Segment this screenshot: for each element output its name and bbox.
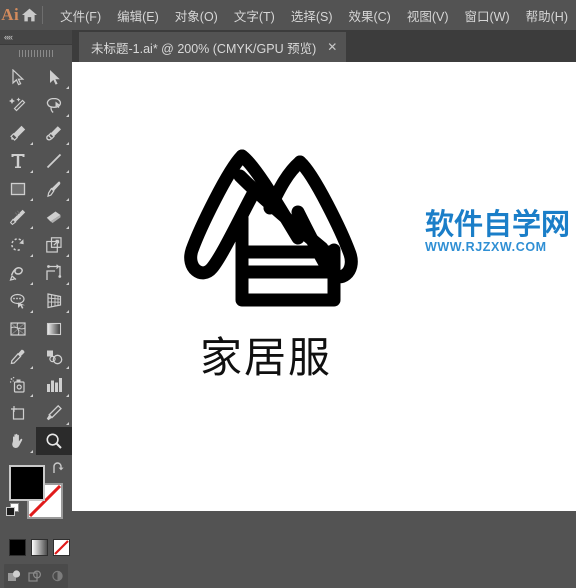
type-tool[interactable] [0,147,36,175]
color-swatch[interactable] [9,539,26,556]
tool-flyout-indicator [30,282,33,285]
tool-grid [0,61,72,455]
tool-flyout-indicator [30,394,33,397]
menu-bar: Ai 文件(F) 编辑(E) 对象(O) 文字(T) 选择(S) 效果(C) 视… [0,0,576,30]
curvature-tool[interactable] [36,119,72,147]
menu-item-select[interactable]: 选择(S) [283,2,341,29]
tools-panel: «« [0,30,72,588]
tool-flyout-indicator [30,198,33,201]
eyedropper-tool[interactable] [0,343,36,371]
tool-flyout-indicator [30,254,33,257]
homewear-house-logo[interactable] [182,140,372,320]
color-mode-swatches [0,533,72,561]
direct-selection-tool[interactable] [36,63,72,91]
column-graph-tool[interactable] [36,371,72,399]
default-colors-icon[interactable] [6,503,20,517]
tool-flyout-indicator [66,366,69,369]
artwork-text-label[interactable]: 家居服 [200,324,332,385]
panel-drag-handle[interactable] [0,45,72,61]
app-logo: Ai [1,5,20,24]
line-segment-tool[interactable] [36,147,72,175]
blend-tool[interactable] [36,343,72,371]
watermark: 软件自学网 WWW.RJZXW.COM [425,209,570,254]
tool-flyout-indicator [66,142,69,145]
selection-tool[interactable] [0,63,36,91]
gradient-swatch[interactable] [31,539,48,556]
draw-behind-mode[interactable] [25,564,46,588]
slice-tool[interactable] [36,399,72,427]
paintbrush-tool[interactable] [36,175,72,203]
fill-stroke-controls [0,459,72,533]
menu-item-help[interactable]: 帮助(H) [518,2,576,29]
tool-flyout-indicator [30,310,33,313]
tool-flyout-indicator [66,282,69,285]
menu-item-type[interactable]: 文字(T) [226,2,283,29]
tool-flyout-indicator [30,450,33,453]
menu-item-file[interactable]: 文件(F) [52,2,109,29]
gradient-tool[interactable] [36,315,72,343]
artboard-tool[interactable] [0,399,36,427]
tool-flyout-indicator [66,114,69,117]
tool-flyout-indicator [66,254,69,257]
collapse-panel-icon[interactable]: «« [4,32,13,42]
home-icon-glyph [22,8,38,22]
rectangle-tool[interactable] [0,175,36,203]
tool-flyout-indicator [30,142,33,145]
menu-item-window[interactable]: 窗口(W) [457,2,518,29]
rotate-tool[interactable] [0,231,36,259]
drawing-modes [4,564,68,588]
close-icon[interactable]: ✕ [327,41,337,53]
width-tool[interactable] [0,259,36,287]
magic-wand-tool[interactable] [0,91,36,119]
tool-flyout-indicator [66,394,69,397]
free-transform-tool[interactable] [36,259,72,287]
draw-normal-mode[interactable] [4,564,25,588]
tools-panel-header: «« [0,30,72,45]
home-icon[interactable] [20,0,39,30]
menu-item-list: 文件(F) 编辑(E) 对象(O) 文字(T) 选择(S) 效果(C) 视图(V… [52,2,576,29]
mesh-tool[interactable] [0,315,36,343]
pen-tool[interactable] [0,119,36,147]
watermark-url: WWW.RJZXW.COM [425,240,547,254]
shaper-tool[interactable] [0,203,36,231]
eraser-tool[interactable] [36,203,72,231]
menu-item-effect[interactable]: 效果(C) [340,2,398,29]
artboard: 家居服 软件自学网 WWW.RJZXW.COM [72,62,576,511]
none-slash-icon [54,540,69,555]
zoom-tool[interactable] [36,427,72,455]
document-tab-label: 未标题-1.ai* @ 200% (CMYK/GPU 预览) [91,41,317,56]
tool-flyout-indicator [66,198,69,201]
shape-builder-tool[interactable] [0,287,36,315]
menu-item-view[interactable]: 视图(V) [399,2,457,29]
watermark-brand: 软件自学网 [425,207,571,241]
scale-tool[interactable] [36,231,72,259]
tool-flyout-indicator [30,170,33,173]
illustrator-window: Ai 文件(F) 编辑(E) 对象(O) 文字(T) 选择(S) 效果(C) 视… [0,0,576,588]
menu-item-object[interactable]: 对象(O) [167,2,226,29]
perspective-grid-tool[interactable] [36,287,72,315]
swap-fill-stroke-icon[interactable] [52,462,66,475]
lasso-tool[interactable] [36,91,72,119]
menu-divider [41,6,43,24]
tool-flyout-indicator [66,170,69,173]
tool-flyout-indicator [30,226,33,229]
tool-flyout-indicator [66,86,69,89]
document-tab[interactable]: 未标题-1.ai* @ 200% (CMYK/GPU 预览) ✕ [79,32,347,62]
document-tab-bar: 未标题-1.ai* @ 200% (CMYK/GPU 预览) ✕ [72,30,576,63]
tool-flyout-indicator [66,310,69,313]
hand-tool[interactable] [0,427,36,455]
menu-item-edit[interactable]: 编辑(E) [109,2,167,29]
tool-flyout-indicator [66,422,69,425]
symbol-sprayer-tool[interactable] [0,371,36,399]
tool-flyout-indicator [66,226,69,229]
tool-flyout-indicator [30,366,33,369]
fill-color-swatch[interactable] [9,465,45,501]
none-swatch[interactable] [53,539,70,556]
draw-inside-mode[interactable] [47,564,68,588]
document-canvas[interactable]: 家居服 软件自学网 WWW.RJZXW.COM [72,62,576,511]
